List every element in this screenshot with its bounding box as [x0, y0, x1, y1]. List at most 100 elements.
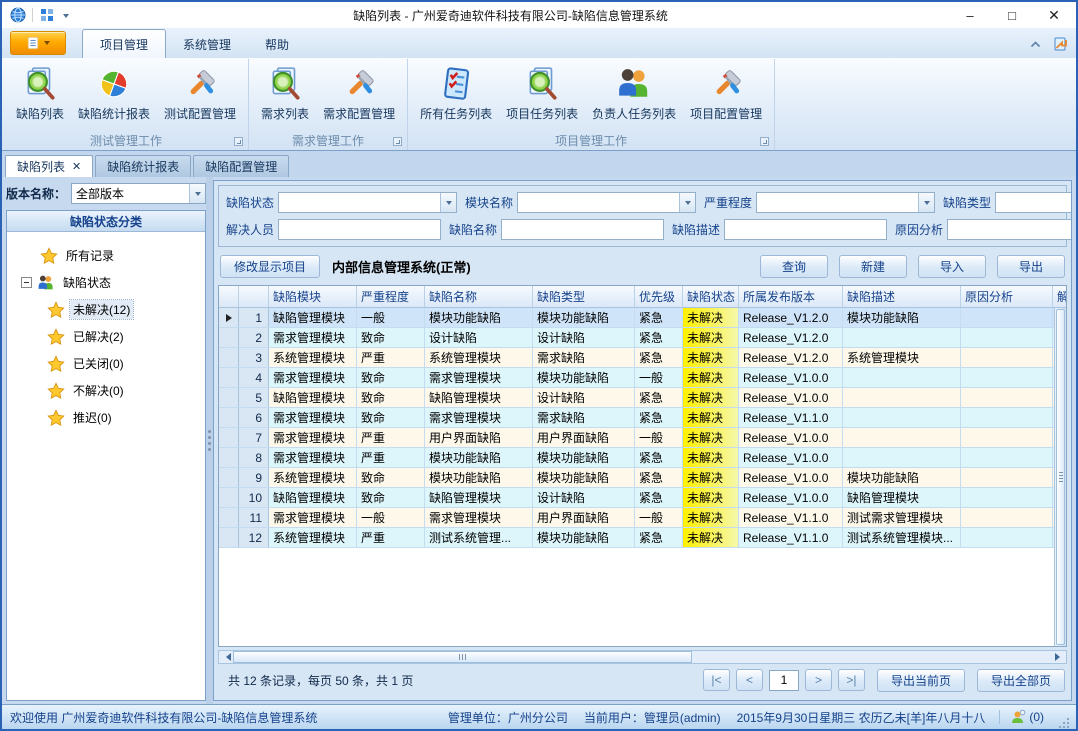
- filter-combobox[interactable]: [756, 192, 935, 213]
- table-row[interactable]: 9系统管理模块致命模块功能缺陷模块功能缺陷紧急未解决Release_V1.0.0…: [219, 468, 1067, 488]
- action-button[interactable]: 查询: [760, 255, 828, 278]
- last-page-button[interactable]: >|: [838, 669, 865, 691]
- filter-text-input[interactable]: [518, 193, 679, 212]
- row-selector-cell[interactable]: [219, 508, 239, 527]
- page-number-input[interactable]: [769, 670, 799, 691]
- table-row[interactable]: 11需求管理模块一般需求管理模块用户界面缺陷一般未解决Release_V1.1.…: [219, 508, 1067, 528]
- tree-item[interactable]: 不解决(0): [9, 377, 203, 404]
- filter-text-input[interactable]: [279, 220, 440, 239]
- vertical-scrollbar[interactable]: [1054, 308, 1066, 646]
- filter-combobox[interactable]: [995, 192, 1072, 213]
- table-row[interactable]: 7需求管理模块严重用户界面缺陷用户界面缺陷一般未解决Release_V1.0.0: [219, 428, 1067, 448]
- next-page-button[interactable]: >: [805, 669, 832, 691]
- ribbon-button[interactable]: 缺陷统计报表: [73, 63, 155, 124]
- ribbon-button[interactable]: 所有任务列表: [415, 63, 497, 124]
- grid-header-cell[interactable]: 优先级: [635, 286, 683, 307]
- row-selector-cell[interactable]: [219, 388, 239, 407]
- horizontal-scrollbar-thumb[interactable]: [233, 651, 692, 663]
- vertical-scrollbar-thumb[interactable]: [1056, 309, 1065, 645]
- dialog-launcher-icon[interactable]: [393, 137, 402, 146]
- row-selector-cell[interactable]: [219, 468, 239, 487]
- filter-combobox[interactable]: [278, 192, 457, 213]
- maximize-button[interactable]: □: [994, 3, 1030, 27]
- filter-input[interactable]: [947, 219, 1072, 240]
- row-selector-cell[interactable]: [219, 308, 239, 327]
- horizontal-scrollbar[interactable]: [218, 650, 1067, 664]
- ribbon-button[interactable]: 需求列表: [256, 63, 314, 124]
- table-row[interactable]: 10缺陷管理模块致命缺陷管理模块设计缺陷紧急未解决Release_V1.0.0缺…: [219, 488, 1067, 508]
- row-selector-cell[interactable]: [219, 528, 239, 547]
- filter-text-input[interactable]: [279, 193, 440, 212]
- filter-combobox[interactable]: [517, 192, 696, 213]
- table-row[interactable]: 6需求管理模块致命需求管理模块需求缺陷紧急未解决Release_V1.1.0: [219, 408, 1067, 428]
- row-selector-cell[interactable]: [219, 368, 239, 387]
- grid-header-cell[interactable]: 缺陷描述: [843, 286, 961, 307]
- grid-header-cell[interactable]: 解决方法: [1053, 286, 1067, 307]
- row-selector-cell[interactable]: [219, 448, 239, 467]
- tree-item[interactable]: 已关闭(0): [9, 350, 203, 377]
- grid-header-cell[interactable]: 原因分析: [961, 286, 1053, 307]
- grid-header-cell[interactable]: 缺陷名称: [425, 286, 533, 307]
- doc-tab[interactable]: 缺陷配置管理: [193, 155, 289, 177]
- scroll-right-icon[interactable]: [1052, 651, 1066, 663]
- action-button[interactable]: 导出: [997, 255, 1065, 278]
- ribbon-tab[interactable]: 帮助: [248, 30, 306, 58]
- ribbon-button[interactable]: 需求配置管理: [318, 63, 400, 124]
- table-row[interactable]: 12系统管理模块严重测试系统管理...模块功能缺陷紧急未解决Release_V1…: [219, 528, 1067, 548]
- filter-text-input[interactable]: [996, 193, 1072, 212]
- modify-columns-button[interactable]: 修改显示项目: [220, 255, 320, 278]
- online-user-icon[interactable]: [1010, 709, 1026, 725]
- row-selector-cell[interactable]: [219, 488, 239, 507]
- filter-text-input[interactable]: [757, 193, 918, 212]
- minimize-button[interactable]: –: [952, 3, 988, 27]
- first-page-button[interactable]: |<: [703, 669, 730, 691]
- ribbon-button[interactable]: 项目配置管理: [685, 63, 767, 124]
- ribbon-tab[interactable]: 系统管理: [166, 30, 248, 58]
- grid-header-cell[interactable]: 严重程度: [357, 286, 425, 307]
- help-icon[interactable]: [1052, 36, 1068, 52]
- action-button[interactable]: 新建: [839, 255, 907, 278]
- table-row[interactable]: 2需求管理模块致命设计缺陷设计缺陷紧急未解决Release_V1.2.0: [219, 328, 1067, 348]
- chevron-down-icon[interactable]: [189, 184, 205, 203]
- tree-expand-toggle[interactable]: [21, 277, 32, 288]
- row-selector-cell[interactable]: [219, 428, 239, 447]
- tree-item[interactable]: 缺陷状态: [9, 269, 203, 296]
- grid-header-cell[interactable]: 缺陷状态: [683, 286, 739, 307]
- panel-splitter[interactable]: [206, 177, 213, 704]
- tree-item[interactable]: 未解决(12): [9, 296, 203, 323]
- resize-grip[interactable]: [1058, 717, 1070, 729]
- action-button[interactable]: 导入: [918, 255, 986, 278]
- close-icon[interactable]: ✕: [72, 160, 81, 173]
- ribbon-button[interactable]: 测试配置管理: [159, 63, 241, 124]
- quick-access-icon[interactable]: [39, 7, 55, 23]
- filter-text-input[interactable]: [502, 220, 663, 239]
- row-selector-cell[interactable]: [219, 348, 239, 367]
- filter-input[interactable]: [724, 219, 887, 240]
- table-row[interactable]: 8需求管理模块严重模块功能缺陷模块功能缺陷紧急未解决Release_V1.0.0: [219, 448, 1067, 468]
- dialog-launcher-icon[interactable]: [234, 137, 243, 146]
- chevron-down-icon[interactable]: [679, 193, 695, 212]
- tree-item[interactable]: 所有记录: [9, 242, 203, 269]
- chevron-down-icon[interactable]: [918, 193, 934, 212]
- grid-header-cell[interactable]: 所属发布版本: [739, 286, 843, 307]
- ribbon-button[interactable]: 缺陷列表: [11, 63, 69, 124]
- table-row[interactable]: 5缺陷管理模块致命缺陷管理模块设计缺陷紧急未解决Release_V1.0.0: [219, 388, 1067, 408]
- export-current-page-button[interactable]: 导出当前页: [877, 669, 965, 692]
- ribbon-button[interactable]: 项目任务列表: [501, 63, 583, 124]
- chevron-down-icon[interactable]: [63, 14, 69, 21]
- table-row[interactable]: 1缺陷管理模块一般模块功能缺陷模块功能缺陷紧急未解决Release_V1.2.0…: [219, 308, 1067, 328]
- dialog-launcher-icon[interactable]: [760, 137, 769, 146]
- export-all-pages-button[interactable]: 导出全部页: [977, 669, 1065, 692]
- grid-header-cell[interactable]: 缺陷类型: [533, 286, 635, 307]
- filter-input[interactable]: [501, 219, 664, 240]
- table-row[interactable]: 3系统管理模块严重系统管理模块需求缺陷紧急未解决Release_V1.2.0系统…: [219, 348, 1067, 368]
- tree-item[interactable]: 已解决(2): [9, 323, 203, 350]
- collapse-ribbon-icon[interactable]: [1029, 40, 1042, 49]
- version-combobox[interactable]: 全部版本: [71, 183, 206, 204]
- table-row[interactable]: 4需求管理模块致命需求管理模块模块功能缺陷一般未解决Release_V1.0.0: [219, 368, 1067, 388]
- row-selector-cell[interactable]: [219, 408, 239, 427]
- prev-page-button[interactable]: <: [736, 669, 763, 691]
- scroll-left-icon[interactable]: [219, 651, 233, 663]
- close-button[interactable]: ✕: [1036, 3, 1072, 27]
- tree-item[interactable]: 推迟(0): [9, 404, 203, 431]
